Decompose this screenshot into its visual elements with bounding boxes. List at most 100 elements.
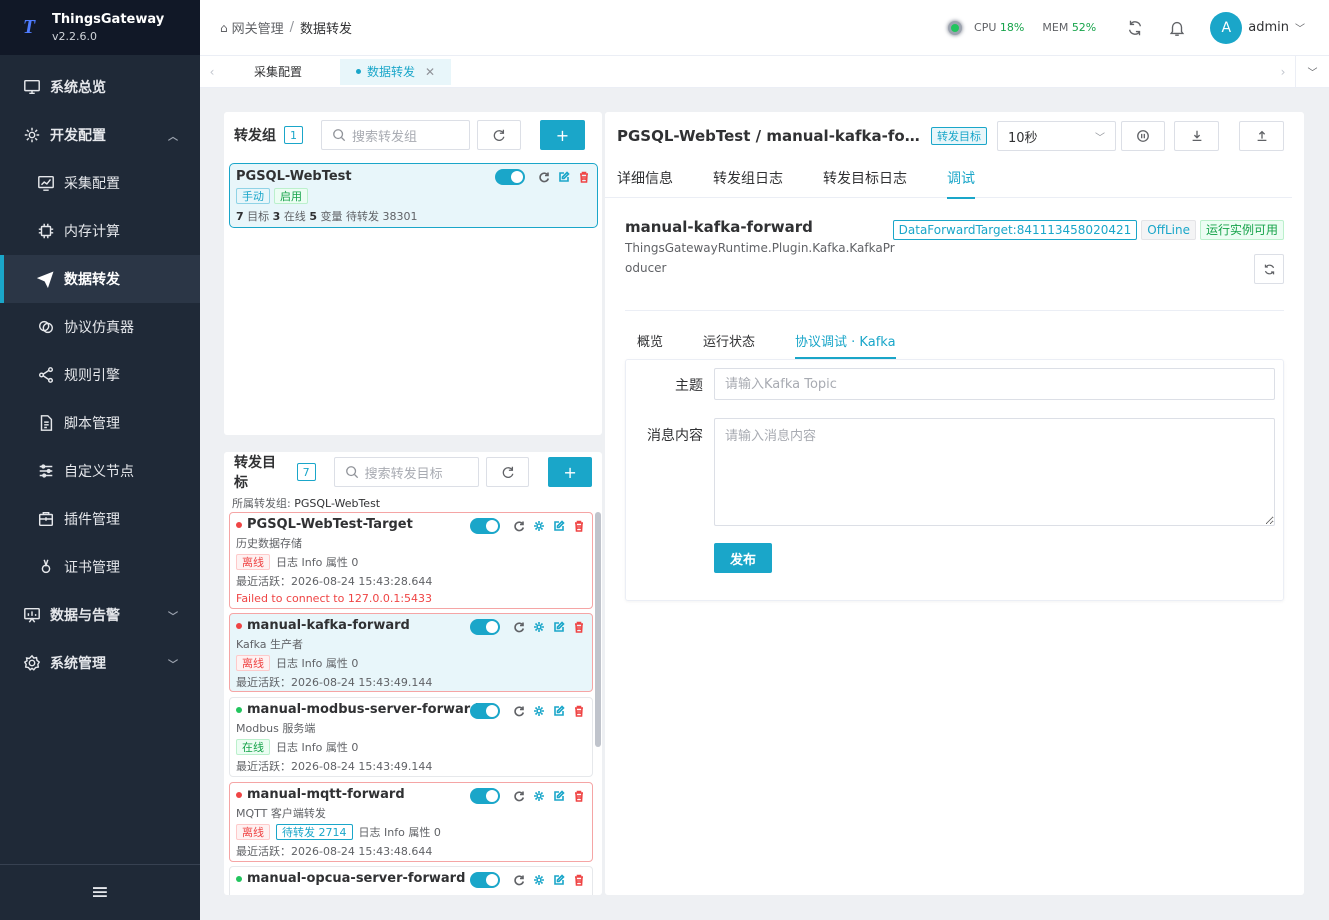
gear-icon[interactable] <box>532 789 546 803</box>
download-icon <box>1192 130 1201 142</box>
close-icon[interactable]: ✕ <box>425 65 435 79</box>
bell-icon[interactable] <box>1168 19 1186 37</box>
sidebar-item-overview[interactable]: 系统总览 <box>0 63 200 111</box>
gear-icon[interactable] <box>532 519 546 533</box>
tab-runtime-status[interactable]: 运行状态 <box>703 321 755 359</box>
edit-icon[interactable] <box>557 170 571 184</box>
enable-toggle[interactable] <box>495 169 525 185</box>
last-active: 最近活跃：2026-08-24 15:43:49.144 <box>236 676 433 689</box>
refresh-icon[interactable] <box>1126 19 1144 37</box>
edit-icon[interactable] <box>552 789 566 803</box>
tab-protocol-debug[interactable]: 协议调试 · Kafka <box>795 321 896 359</box>
edit-icon[interactable] <box>552 620 566 634</box>
refresh-icon[interactable] <box>537 170 551 184</box>
edit-icon[interactable] <box>552 873 566 887</box>
sidebar-item-script-manage[interactable]: 脚本管理 <box>0 399 200 447</box>
target-info: manual-kafka-forward ThingsGatewayRuntim… <box>625 198 1284 311</box>
refresh-icon[interactable] <box>512 789 526 803</box>
sidebar-item-system-manage[interactable]: 系统管理 ﹀ <box>0 639 200 687</box>
tab-overview[interactable]: 概览 <box>637 321 663 359</box>
sidebar-item-custom-node[interactable]: 自定义节点 <box>0 447 200 495</box>
user-name[interactable]: admin <box>1248 20 1289 35</box>
status-badge: 离线 <box>236 824 270 840</box>
sidebar-item-data-forward[interactable]: 数据转发 <box>0 255 200 303</box>
refresh-icon[interactable] <box>512 704 526 718</box>
topic-input[interactable] <box>714 368 1275 400</box>
target-card[interactable]: manual-kafka-forward Kafka 生产者 离线 日志 Info… <box>229 613 593 692</box>
state-badge: 启用 <box>274 188 308 204</box>
sidebar-item-memory-calc[interactable]: 内存计算 <box>0 207 200 255</box>
chevron-left-icon[interactable]: ‹ <box>200 65 224 79</box>
sidebar-item-data-alarm[interactable]: 数据与告警 ﹀ <box>0 591 200 639</box>
download-button[interactable] <box>1174 121 1219 151</box>
enable-toggle[interactable] <box>470 619 500 635</box>
scrollbar[interactable] <box>595 512 601 747</box>
tab-debug[interactable]: 调试 <box>947 158 975 199</box>
refresh-target-button[interactable] <box>1254 254 1284 284</box>
avatar[interactable]: A <box>1210 11 1243 44</box>
edit-icon[interactable] <box>552 704 566 718</box>
sidebar-item-collect-config[interactable]: 采集配置 <box>0 159 200 207</box>
add-group-button[interactable]: + <box>540 120 585 150</box>
runtime-badge: 运行实例可用 <box>1199 220 1284 240</box>
group-search-input[interactable]: 搜索转发组 <box>321 120 470 150</box>
sidebar-item-plugin-manage[interactable]: 插件管理 <box>0 495 200 543</box>
chevron-up-icon: ︿ <box>168 131 178 143</box>
collapse-menu-button[interactable]: ≡ <box>0 864 200 920</box>
home-icon: ⌂ <box>220 20 228 35</box>
monitor-icon <box>22 77 42 97</box>
pause-button[interactable] <box>1121 121 1165 151</box>
target-card[interactable]: manual-opcua-server-forward <box>229 866 593 895</box>
interval-select[interactable]: 10秒 ﹀ <box>997 121 1116 151</box>
target-card[interactable]: manual-modbus-server-forward Modbus 服务端 … <box>229 697 593 777</box>
refresh-groups-button[interactable] <box>477 120 521 150</box>
tab-collect-config[interactable]: 采集配置 <box>238 59 318 85</box>
delete-icon[interactable] <box>572 704 586 718</box>
pending-badge: 待转发 2714 <box>276 824 353 840</box>
refresh-targets-button[interactable] <box>486 457 530 487</box>
tab-target-log[interactable]: 转发目标日志 <box>823 158 907 198</box>
chevron-down-icon[interactable]: ﹀ <box>1295 20 1305 35</box>
enable-toggle[interactable] <box>470 703 500 719</box>
refresh-icon[interactable] <box>512 519 526 533</box>
edit-icon[interactable] <box>552 519 566 533</box>
enable-toggle[interactable] <box>470 788 500 804</box>
error-message: Failed to connect to 127.0.0.1:5433 <box>236 592 433 605</box>
refresh-icon[interactable] <box>512 620 526 634</box>
sidebar-item-rule-engine[interactable]: 规则引擎 <box>0 351 200 399</box>
message-textarea[interactable] <box>714 418 1275 526</box>
sidebar-item-protocol-simulator[interactable]: 协议仿真器 <box>0 303 200 351</box>
tab-details[interactable]: 详细信息 <box>617 158 673 198</box>
status-dot <box>236 622 242 629</box>
delete-icon[interactable] <box>572 873 586 887</box>
delete-icon[interactable] <box>577 170 591 184</box>
gear-icon[interactable] <box>532 620 546 634</box>
chart-icon <box>36 173 56 193</box>
target-card[interactable]: PGSQL-WebTest-Target 历史数据存储 离线 日志 Info 属性… <box>229 512 593 609</box>
refresh-icon[interactable] <box>512 873 526 887</box>
delete-icon[interactable] <box>572 620 586 634</box>
group-card[interactable]: PGSQL-WebTest 手动 启用 7 目标 3 在线 5 变量 待转发 3… <box>229 163 598 228</box>
add-target-button[interactable]: + <box>548 457 592 487</box>
sidebar-item-cert-manage[interactable]: 证书管理 <box>0 543 200 591</box>
tab-data-forward[interactable]: 数据转发 ✕ <box>340 58 452 85</box>
upload-button[interactable] <box>1239 121 1284 151</box>
target-card[interactable]: manual-mqtt-forward MQTT 客户端转发 离线 待转发 271… <box>229 782 593 862</box>
tabs-dropdown-button[interactable]: ﹀ <box>1295 56 1329 87</box>
status-dot <box>236 875 242 882</box>
delete-icon[interactable] <box>572 789 586 803</box>
target-name: PGSQL-WebTest-Target <box>247 517 413 532</box>
target-search-input[interactable]: 搜索转发目标 <box>333 457 480 487</box>
sidebar-item-dev-config[interactable]: 开发配置 ︿ <box>0 111 200 159</box>
gear-icon[interactable] <box>532 873 546 887</box>
gear-icon[interactable] <box>532 704 546 718</box>
enable-toggle[interactable] <box>470 872 500 888</box>
search-icon <box>345 465 359 479</box>
tab-group-log[interactable]: 转发组日志 <box>713 158 783 198</box>
publish-button[interactable]: 发布 <box>714 543 772 573</box>
chevron-right-icon[interactable]: › <box>1271 65 1295 79</box>
chevron-down-icon: ﹀ <box>168 659 178 671</box>
breadcrumb-item[interactable]: 网关管理 <box>232 18 284 37</box>
delete-icon[interactable] <box>572 519 586 533</box>
enable-toggle[interactable] <box>470 518 500 534</box>
